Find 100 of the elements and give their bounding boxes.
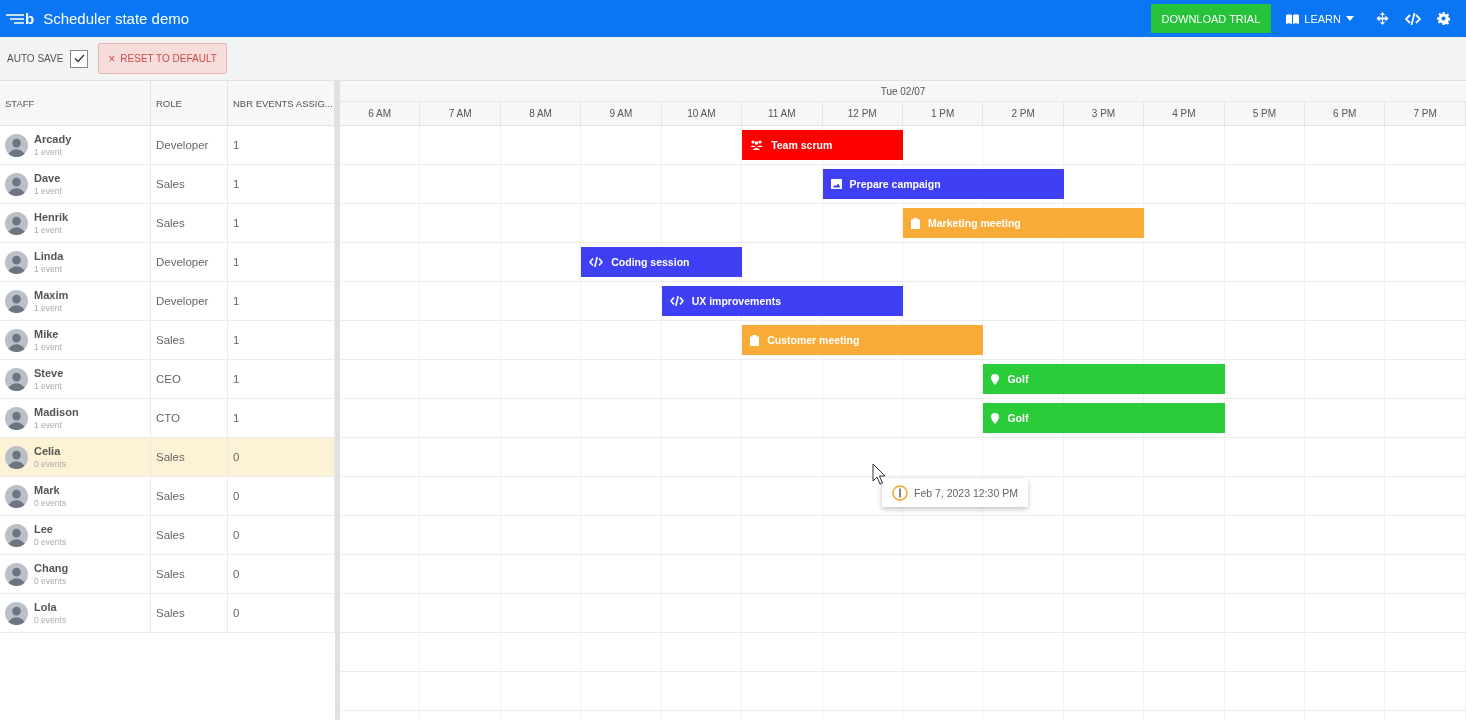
book-icon: [1286, 13, 1300, 24]
event-count: 0 events: [34, 615, 67, 625]
hour-header: 6 AM: [340, 102, 421, 125]
hour-header: 7 PM: [1385, 102, 1466, 125]
event-bar[interactable]: Team scrum: [742, 130, 903, 160]
hour-header: 4 PM: [1144, 102, 1225, 125]
avatar-icon: [5, 406, 28, 430]
events-cell: 0: [233, 451, 240, 463]
hour-header: 12 PM: [822, 102, 903, 125]
hour-header: 6 PM: [1305, 102, 1386, 125]
auto-save-label: AUTO SAVE: [7, 53, 64, 64]
role-cell: CEO: [156, 373, 181, 385]
pin-icon: [991, 373, 1000, 385]
staff-name: Steve: [34, 367, 64, 379]
role-cell: Developer: [156, 256, 209, 268]
role-cell: CTO: [156, 412, 181, 424]
hour-header: 1 PM: [902, 102, 984, 125]
event-count: 1 event: [34, 186, 62, 196]
avatar-icon: [5, 133, 28, 157]
avatar-icon: [5, 601, 28, 625]
role-cell: Developer: [156, 295, 209, 307]
staff-row[interactable]: Steve 1 event CEO 1: [0, 360, 335, 399]
clipboard-icon: [911, 217, 920, 229]
code-icon: [669, 296, 684, 306]
staff-row[interactable]: Arcady 1 event Developer 1: [0, 126, 335, 165]
hour-header: 7 AM: [420, 102, 501, 125]
staff-row[interactable]: Lee 0 events Sales 0: [0, 516, 335, 555]
staff-name: Henrik: [34, 211, 69, 223]
event-count: 1 event: [34, 264, 63, 274]
event-bar[interactable]: Prepare campaign: [822, 169, 1064, 199]
events-cell: 1: [233, 256, 240, 268]
hour-header: 2 PM: [983, 102, 1064, 125]
reset-button[interactable]: × RESET TO DEFAULT: [98, 43, 227, 74]
clock-icon: [892, 485, 908, 501]
events-cell: 1: [233, 295, 240, 307]
staff-row[interactable]: Maxim 1 event Developer 1: [0, 282, 335, 321]
avatar-icon: [5, 211, 28, 235]
event-count: 1 event: [34, 147, 63, 157]
caret-icon: [1346, 16, 1354, 21]
staff-row[interactable]: Lola 0 events Sales 0: [0, 594, 335, 633]
staff-row[interactable]: Mike 1 event Sales 1: [0, 321, 335, 360]
clipboard-icon: [750, 334, 760, 346]
hour-header: 5 PM: [1224, 102, 1306, 125]
hour-header: 11 AM: [742, 102, 823, 125]
events-cell: 0: [233, 490, 240, 502]
image-icon: [830, 179, 842, 189]
staff-name: Mike: [34, 328, 60, 340]
avatar-icon: [5, 523, 28, 547]
cursor-icon: [872, 463, 886, 485]
staff-row[interactable]: Linda 1 event Developer 1: [0, 243, 335, 282]
staff-name: Lee: [34, 523, 54, 535]
events-cell: 1: [233, 217, 240, 229]
staff-name: Madison: [34, 406, 79, 418]
avatar-icon: [5, 367, 28, 391]
staff-row[interactable]: Mark 0 events Sales 0: [0, 477, 335, 516]
learn-menu[interactable]: LEARN: [1286, 12, 1354, 25]
avatar-icon: [5, 328, 28, 352]
logo-letter: b: [25, 10, 35, 27]
move-icon[interactable]: [1376, 12, 1389, 25]
code-icon: [589, 257, 604, 267]
avatar-icon: [5, 445, 28, 469]
events-cell: 1: [233, 139, 240, 151]
event-count: 1 event: [34, 225, 63, 235]
app-title: Scheduler state demo: [43, 10, 190, 27]
events-cell: 1: [233, 178, 240, 190]
staff-name: Celia: [34, 445, 62, 457]
role-cell: Sales: [156, 451, 185, 463]
events-cell: 0: [233, 568, 240, 580]
staff-row[interactable]: Celia 0 events Sales 0: [0, 438, 335, 477]
staff-name: Chang: [34, 562, 69, 574]
events-cell: 0: [233, 529, 240, 541]
event-count: 1 event: [34, 342, 62, 352]
column-header[interactable]: ROLE: [151, 81, 228, 125]
logo-icon: [6, 13, 24, 24]
auto-save-checkbox[interactable]: [70, 49, 89, 68]
avatar-icon: [5, 484, 28, 508]
event-count: 0 events: [34, 459, 67, 469]
hour-header: 8 AM: [500, 102, 582, 125]
event-bar[interactable]: Coding session: [581, 247, 743, 277]
avatar-icon: [5, 562, 28, 586]
event-bar[interactable]: UX improvements: [661, 286, 903, 316]
staff-name: Mark: [34, 484, 61, 496]
role-cell: Sales: [156, 178, 185, 190]
staff-name: Lola: [34, 601, 58, 613]
column-header[interactable]: STAFF: [0, 81, 151, 125]
role-cell: Sales: [156, 490, 185, 502]
staff-row[interactable]: Chang 0 events Sales 0: [0, 555, 335, 594]
staff-name: Maxim: [34, 289, 69, 301]
staff-row[interactable]: Dave 1 event Sales 1: [0, 165, 335, 204]
code-icon[interactable]: [1405, 12, 1421, 25]
staff-row[interactable]: Henrik 1 event Sales 1: [0, 204, 335, 243]
event-count: 0 events: [34, 537, 67, 547]
settings-icon[interactable]: [1437, 12, 1450, 25]
event-count: 1 event: [34, 420, 63, 430]
event-count: 1 event: [34, 381, 63, 391]
event-count: 1 event: [34, 303, 63, 313]
hour-header: 3 PM: [1063, 102, 1145, 125]
hour-header: 10 AM: [661, 102, 743, 125]
team-icon: [750, 140, 764, 150]
role-cell: Developer: [156, 139, 209, 151]
